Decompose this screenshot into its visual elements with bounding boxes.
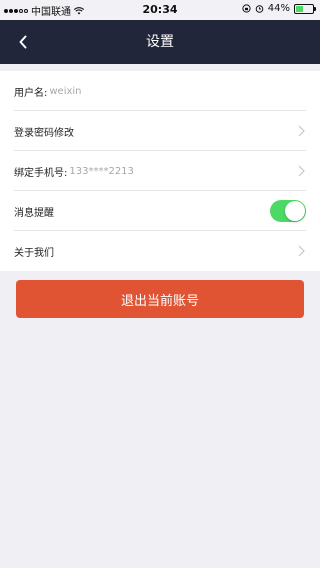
about-label: 关于我们 — [14, 247, 54, 259]
settings-row-change-password[interactable]: 登录密码修改 — [0, 111, 320, 151]
settings-row-notifications: 消息提醒 — [0, 191, 320, 231]
chevron-right-icon — [296, 124, 306, 138]
notification-toggle[interactable] — [270, 200, 306, 222]
username-value: weixin — [49, 85, 82, 97]
bind-phone-label: 绑定手机号: — [14, 167, 68, 179]
logout-button[interactable]: 退出当前账号 — [16, 280, 304, 318]
battery-percentage: 44% — [267, 3, 290, 14]
change-password-label: 登录密码修改 — [14, 127, 74, 139]
status-right: 44% — [242, 3, 316, 14]
rotation-lock-icon — [242, 4, 251, 13]
settings-row-bind-phone[interactable]: 绑定手机号: 133****2213 — [0, 151, 320, 191]
page-title: 设置 — [146, 34, 174, 50]
status-bar: 中国联通 20:34 44% — [0, 0, 320, 20]
navigation-bar: 设置 — [0, 20, 320, 64]
settings-list: 用户名: weixin 登录密码修改 绑定手机号: 133****2213 消息… — [0, 71, 320, 271]
battery-icon — [294, 3, 316, 14]
chevron-right-icon — [296, 244, 306, 258]
alarm-clock-icon — [255, 5, 264, 13]
toggle-knob — [285, 201, 305, 221]
notification-label: 消息提醒 — [14, 207, 54, 219]
bind-phone-value: 133****2213 — [69, 165, 134, 177]
settings-row-username: 用户名: weixin — [0, 71, 320, 111]
chevron-right-icon — [296, 164, 306, 178]
settings-row-about[interactable]: 关于我们 — [0, 231, 320, 271]
battery-level-fill — [296, 5, 303, 12]
username-label: 用户名: — [14, 87, 48, 99]
